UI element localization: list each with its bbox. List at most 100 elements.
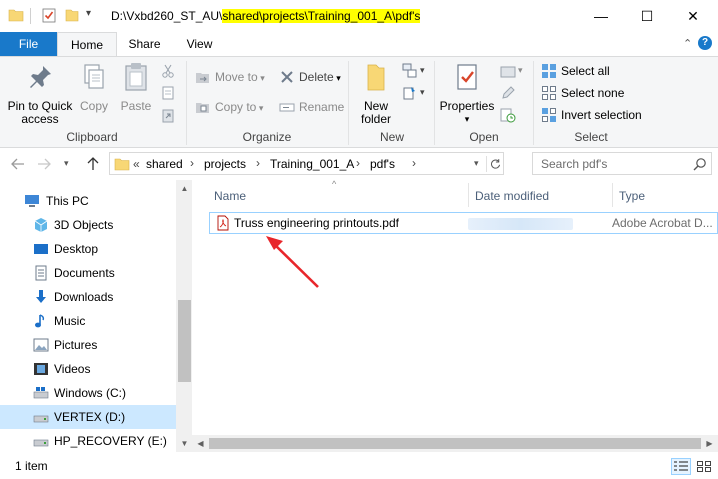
address-dropdown-icon[interactable]: ▾ [474, 158, 479, 169]
select-all-button[interactable]: Select all [541, 61, 610, 81]
column-header-name[interactable]: Name [214, 183, 246, 209]
nav-item-vertex-d[interactable]: VERTEX (D:) [0, 405, 176, 429]
copy-button[interactable]: Copy [76, 61, 112, 113]
delete-button[interactable]: Delete ▾ [279, 67, 341, 87]
file-type: Adobe Acrobat D... [612, 216, 713, 230]
nav-item-windows-c[interactable]: Windows (C:) [0, 381, 176, 405]
table-row[interactable]: Truss engineering printouts.pdf Adobe Ac… [209, 212, 718, 234]
ribbon: Pin to Quick access Copy Paste Clipboard… [0, 56, 718, 148]
nav-item-downloads[interactable]: Downloads [0, 285, 176, 309]
column-header-type[interactable]: Type [619, 183, 645, 209]
recent-locations-icon[interactable]: ▾ [64, 158, 69, 169]
large-icons-view-button[interactable] [694, 458, 714, 475]
copy-to-button[interactable]: Copy to ▾ [195, 97, 263, 117]
paste-shortcut-icon[interactable] [160, 107, 176, 123]
horizontal-scrollbar[interactable]: ◀ ▶ [192, 435, 718, 452]
scroll-down-icon[interactable]: ▼ [176, 435, 193, 452]
nav-label: 3D Objects [54, 218, 114, 232]
select-none-label: Select none [561, 86, 625, 100]
nav-item-desktop[interactable]: Desktop [0, 237, 176, 261]
pin-to-quick-access-button[interactable]: Pin to Quick access [4, 61, 76, 126]
properties-button[interactable]: Properties ▾ [438, 61, 496, 126]
status-bar: 1 item [0, 452, 718, 479]
minimize-button[interactable]: — [578, 0, 624, 32]
breadcrumb-overflow[interactable]: « [133, 157, 140, 171]
group-separator [434, 61, 435, 145]
3d-objects-icon [34, 218, 48, 232]
nav-item-videos[interactable]: Videos [0, 357, 176, 381]
new-folder-label-line2: folder [360, 112, 392, 126]
refresh-icon[interactable] [486, 156, 502, 172]
properties-icon[interactable] [41, 7, 57, 23]
scroll-up-icon[interactable]: ▲ [176, 180, 193, 197]
tab-view[interactable]: View [172, 32, 227, 56]
downloads-icon [36, 290, 46, 303]
scroll-left-icon[interactable]: ◀ [192, 435, 209, 452]
tab-home[interactable]: Home [57, 32, 117, 57]
close-button[interactable]: ✕ [670, 0, 716, 32]
invert-selection-button[interactable]: Invert selection [541, 105, 642, 125]
quick-access-dropdown-icon[interactable]: ▾ [86, 8, 91, 19]
breadcrumb-training[interactable]: Training_001_A [270, 157, 354, 171]
select-none-button[interactable]: Select none [541, 83, 624, 103]
forward-button[interactable] [34, 154, 54, 174]
breadcrumb-pdfs[interactable]: pdf's [370, 157, 395, 171]
column-header-date-modified[interactable]: Date modified [475, 183, 549, 209]
breadcrumb-chevron-icon[interactable]: › [190, 156, 194, 170]
scrollbar-thumb[interactable] [178, 300, 191, 382]
up-button[interactable] [83, 154, 103, 174]
new-item-dropdown-icon[interactable]: ▾ [420, 65, 425, 76]
tab-share[interactable]: Share [117, 32, 172, 56]
nav-item-pictures[interactable]: Pictures [0, 333, 176, 357]
back-button[interactable] [8, 154, 28, 174]
breadcrumb-chevron-icon[interactable]: › [356, 156, 360, 170]
move-to-button[interactable]: Move to ▾ [195, 67, 265, 87]
maximize-button[interactable]: ☐ [624, 0, 670, 32]
address-bar[interactable]: « shared › projects › Training_001_A › p… [109, 152, 504, 175]
open-icon[interactable] [500, 63, 516, 79]
scroll-right-icon[interactable]: ▶ [701, 435, 718, 452]
help-icon[interactable]: ? [698, 36, 712, 50]
sort-ascending-icon: ^ [332, 179, 337, 189]
copy-icon [84, 64, 104, 89]
ribbon-tabs: File Home Share View ⌃ ? [0, 32, 718, 57]
copy-path-icon[interactable] [160, 85, 176, 101]
move-to-icon [196, 73, 209, 83]
new-item-icon[interactable] [402, 63, 418, 79]
nav-item-documents[interactable]: Documents [0, 261, 176, 285]
breadcrumb-chevron-icon[interactable]: › [412, 156, 416, 170]
column-separator[interactable] [612, 183, 613, 207]
scrollbar-thumb[interactable] [209, 438, 701, 449]
new-folder-icon[interactable] [64, 7, 80, 23]
collapse-ribbon-icon[interactable]: ⌃ [683, 37, 692, 50]
nav-item-hp-recovery-e[interactable]: HP_RECOVERY (E:) [0, 429, 176, 453]
rename-button[interactable]: Rename [279, 97, 344, 117]
history-icon[interactable] [500, 107, 516, 123]
breadcrumb-shared[interactable]: shared [146, 157, 183, 171]
breadcrumb-chevron-icon[interactable]: › [256, 156, 260, 170]
cut-icon[interactable] [160, 63, 176, 79]
easy-access-icon[interactable] [402, 85, 418, 101]
organize-group-label: Organize [242, 130, 292, 144]
paste-icon [125, 63, 147, 91]
open-dropdown-icon[interactable]: ▾ [518, 65, 523, 76]
easy-access-dropdown-icon[interactable]: ▾ [420, 87, 425, 98]
breadcrumb-projects[interactable]: projects [204, 157, 246, 171]
nav-pane-scrollbar[interactable]: ▲ ▼ [176, 180, 193, 452]
nav-label: VERTEX (D:) [54, 410, 126, 424]
search-icon[interactable] [693, 157, 707, 171]
paste-button[interactable]: Paste [116, 61, 156, 113]
details-view-button[interactable] [671, 458, 691, 475]
nav-item-3d-objects[interactable]: 3D Objects [0, 213, 176, 237]
search-input[interactable] [541, 153, 691, 174]
pc-icon [25, 195, 39, 207]
edit-icon[interactable] [500, 85, 516, 101]
nav-item-music[interactable]: Music [0, 309, 176, 333]
nav-item-this-pc[interactable]: This PC [0, 189, 176, 213]
tab-file[interactable]: File [0, 32, 57, 56]
file-list: ^ Name Date modified Type Truss engineer… [192, 179, 718, 452]
drive-d-icon [33, 415, 49, 423]
column-separator[interactable] [468, 183, 469, 207]
new-folder-button[interactable]: New folder [354, 61, 398, 126]
folder-icon [8, 9, 24, 22]
